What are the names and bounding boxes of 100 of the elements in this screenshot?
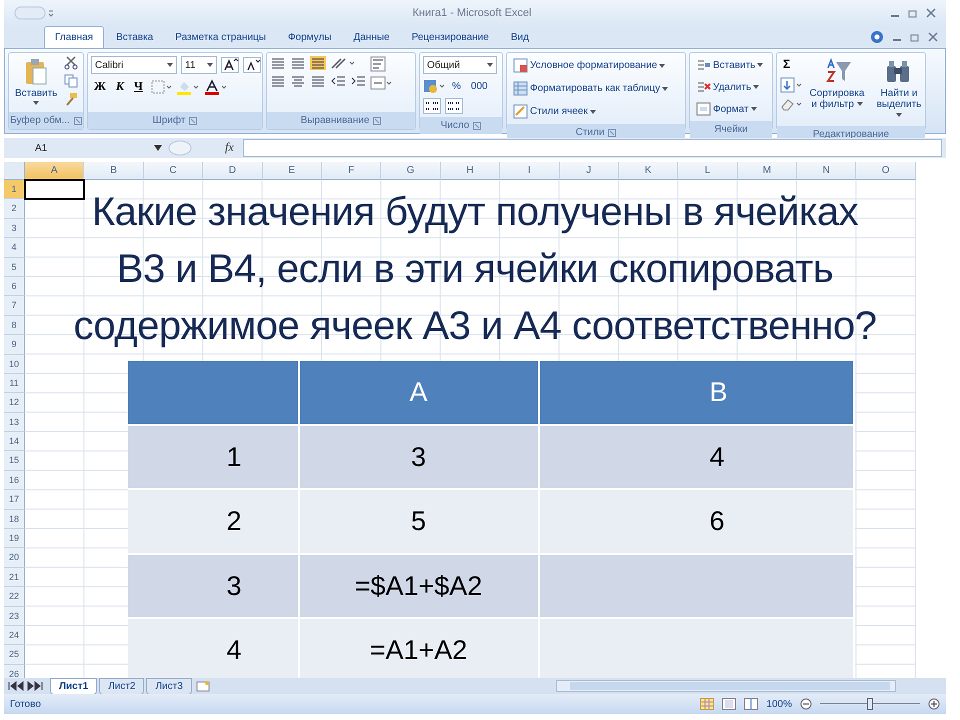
restore-icon[interactable] (908, 8, 918, 18)
style-menu-button[interactable]: Условное форматирование (510, 56, 672, 75)
close-icon[interactable] (928, 32, 938, 42)
ribbon-tab[interactable]: Разметка страницы (165, 27, 276, 48)
column-header[interactable]: L (678, 162, 738, 180)
row-header[interactable]: 25 (4, 645, 25, 665)
insert-function-button[interactable]: fx (222, 139, 237, 157)
row-header[interactable]: 10 (4, 354, 25, 374)
row-header[interactable]: 6 (4, 276, 25, 296)
merge-cells-icon[interactable] (370, 76, 392, 90)
page-layout-icon[interactable] (722, 698, 736, 710)
row-header[interactable]: 12 (4, 393, 25, 413)
cells-menu-button[interactable]: Формат (693, 100, 766, 118)
sheet-tab[interactable]: Лист3 (146, 678, 192, 694)
row-header[interactable]: 26 (4, 664, 25, 678)
zoom-in-icon[interactable] (928, 698, 940, 710)
number-format-field[interactable]: Общий (423, 56, 497, 74)
align-center-icon[interactable] (290, 74, 306, 88)
zoom-out-icon[interactable] (800, 698, 812, 710)
wrap-text-icon[interactable] (370, 56, 386, 72)
indent-decrease-icon[interactable] (330, 74, 346, 88)
fill-down-icon[interactable] (780, 77, 802, 94)
normal-view-icon[interactable] (700, 698, 714, 710)
thousands-button[interactable]: 000 (468, 78, 491, 94)
style-menu-button[interactable]: Стили ячеек (510, 102, 672, 121)
font-size-field[interactable]: 11 (181, 56, 217, 74)
sheet-tab[interactable]: Лист2 (99, 678, 144, 694)
row-header[interactable]: 14 (4, 432, 25, 452)
column-header[interactable]: H (440, 162, 500, 180)
paste-button[interactable]: Вставить (12, 56, 60, 107)
eraser-icon[interactable] (780, 97, 802, 112)
ribbon-tab[interactable]: Рецензирование (402, 27, 499, 48)
row-header[interactable]: 11 (4, 374, 25, 394)
row-header[interactable]: 3 (4, 218, 25, 238)
font-color-icon[interactable] (204, 78, 228, 95)
column-header[interactable]: J (560, 162, 619, 180)
bold-button[interactable]: Ж (91, 78, 109, 96)
text-orientation-icon[interactable] (330, 56, 356, 70)
cells-menu-button[interactable]: Вставить (693, 56, 766, 74)
cells-menu-button[interactable]: Удалить (693, 78, 766, 96)
row-header[interactable]: 23 (4, 606, 25, 626)
page-break-icon[interactable] (744, 698, 758, 710)
column-header[interactable]: D (203, 162, 263, 180)
row-header[interactable]: 13 (4, 412, 25, 432)
ribbon-tab[interactable]: Главная (44, 26, 104, 48)
help-icon[interactable] (870, 30, 884, 44)
dropdown-icon[interactable] (154, 145, 162, 151)
indent-increase-icon[interactable] (350, 74, 366, 88)
column-header[interactable]: N (797, 162, 856, 180)
row-header[interactable]: 20 (4, 548, 25, 568)
sheet-tab[interactable]: Лист1 (50, 678, 98, 694)
new-sheet-icon[interactable] (194, 680, 212, 692)
divider-handle-icon[interactable] (168, 140, 192, 156)
column-header[interactable]: E (262, 162, 322, 180)
font-name-field[interactable]: Calibri (91, 56, 177, 74)
row-header[interactable]: 8 (4, 316, 25, 336)
column-header[interactable]: G (381, 162, 441, 180)
column-header[interactable]: K (618, 162, 678, 180)
column-header[interactable]: F (322, 162, 382, 180)
percent-button[interactable]: % (449, 78, 464, 94)
column-header[interactable]: B (84, 162, 144, 180)
italic-button[interactable]: К (112, 78, 128, 96)
decrease-decimal-icon[interactable] (445, 98, 463, 114)
align-left-icon[interactable] (270, 74, 286, 88)
row-header[interactable]: 1 (4, 180, 25, 200)
ribbon-tab[interactable]: Формулы (278, 27, 342, 48)
formula-input-field[interactable] (242, 139, 942, 157)
column-header[interactable]: O (856, 162, 916, 180)
row-header[interactable]: 4 (4, 238, 25, 258)
shrink-font-icon[interactable] (243, 57, 261, 73)
sort-filter-button[interactable]: Сортировка и фильтр (806, 56, 868, 123)
column-header[interactable]: A (25, 162, 84, 180)
underline-button[interactable]: Ч (131, 78, 146, 96)
restore-icon[interactable] (910, 32, 920, 42)
align-bottom-icon[interactable] (310, 56, 326, 70)
brush-icon[interactable] (64, 92, 78, 106)
row-header[interactable]: 7 (4, 296, 25, 316)
row-header[interactable]: 15 (4, 451, 25, 471)
row-header[interactable]: 17 (4, 490, 25, 510)
find-select-button[interactable]: Найти и выделить (872, 56, 926, 123)
row-header[interactable]: 2 (4, 199, 25, 219)
ribbon-tab[interactable]: Вставка (106, 27, 164, 48)
close-icon[interactable] (926, 8, 936, 18)
autosum-button[interactable]: Σ (780, 56, 802, 74)
row-header[interactable]: 9 (4, 335, 25, 355)
active-cell[interactable] (24, 179, 85, 200)
ribbon-tab[interactable]: Данные (343, 27, 400, 48)
ribbon-tab[interactable]: Вид (500, 27, 539, 48)
row-header[interactable]: 19 (4, 529, 25, 548)
slider-thumb[interactable] (867, 698, 873, 710)
horizontal-scrollbar[interactable] (556, 680, 896, 692)
align-middle-icon[interactable] (290, 56, 306, 70)
row-header[interactable]: 5 (4, 258, 25, 277)
row-header[interactable]: 21 (4, 568, 25, 588)
row-header[interactable]: 22 (4, 587, 25, 607)
style-menu-button[interactable]: Форматировать как таблицу (510, 79, 672, 98)
column-header[interactable]: C (144, 162, 204, 180)
align-top-icon[interactable] (270, 56, 286, 70)
name-box[interactable]: A1 (8, 139, 148, 157)
row-header[interactable]: 16 (4, 470, 25, 490)
